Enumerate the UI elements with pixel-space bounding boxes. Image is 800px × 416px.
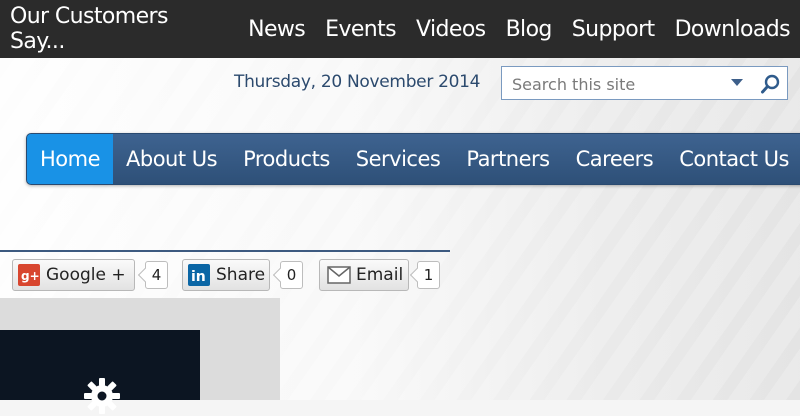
topnav-news[interactable]: News [238,17,315,42]
email-share-label: Email [356,265,404,285]
topnav-events[interactable]: Events [315,17,406,42]
top-navigation: Our Customers Say... News Events Videos … [0,0,800,58]
email-count: 1 [417,261,440,289]
nav-about-us[interactable]: About Us [113,134,230,184]
current-date: Thursday, 20 November 2014 [234,72,481,92]
site-search [501,66,788,100]
linkedin-count: 0 [280,261,303,289]
topnav-support[interactable]: Support [562,17,665,42]
nav-services[interactable]: Services [343,134,454,184]
search-input[interactable] [510,72,729,96]
svg-text:in: in [191,269,206,285]
linkedin-share-button[interactable]: in Share [182,259,270,291]
google-plus-button[interactable]: g+ Google + [12,259,135,291]
envelope-icon [327,266,351,284]
topnav-downloads[interactable]: Downloads [665,17,800,42]
dropdown-arrow-icon[interactable] [731,79,743,86]
topnav-customers-say[interactable]: Our Customers Say... [0,4,238,54]
nav-careers[interactable]: Careers [563,134,667,184]
search-icon[interactable] [760,73,782,95]
svg-text:g+: g+ [21,269,40,283]
topnav-blog[interactable]: Blog [496,17,562,42]
nav-contact-us[interactable]: Contact Us [666,134,800,184]
gear-icon[interactable] [82,376,122,416]
section-divider [0,250,450,252]
google-plus-icon: g+ [18,264,40,286]
email-share-button[interactable]: Email [319,259,409,291]
google-plus-count: 4 [145,261,168,289]
linkedin-icon: in [188,264,210,286]
nav-partners[interactable]: Partners [453,134,562,184]
nav-products[interactable]: Products [230,134,343,184]
nav-home[interactable]: Home [27,134,114,184]
topnav-videos[interactable]: Videos [406,17,496,42]
main-navigation: Home About Us Products Services Partners… [26,133,800,185]
google-plus-label: Google + [46,265,126,285]
linkedin-share-label: Share [216,265,266,285]
